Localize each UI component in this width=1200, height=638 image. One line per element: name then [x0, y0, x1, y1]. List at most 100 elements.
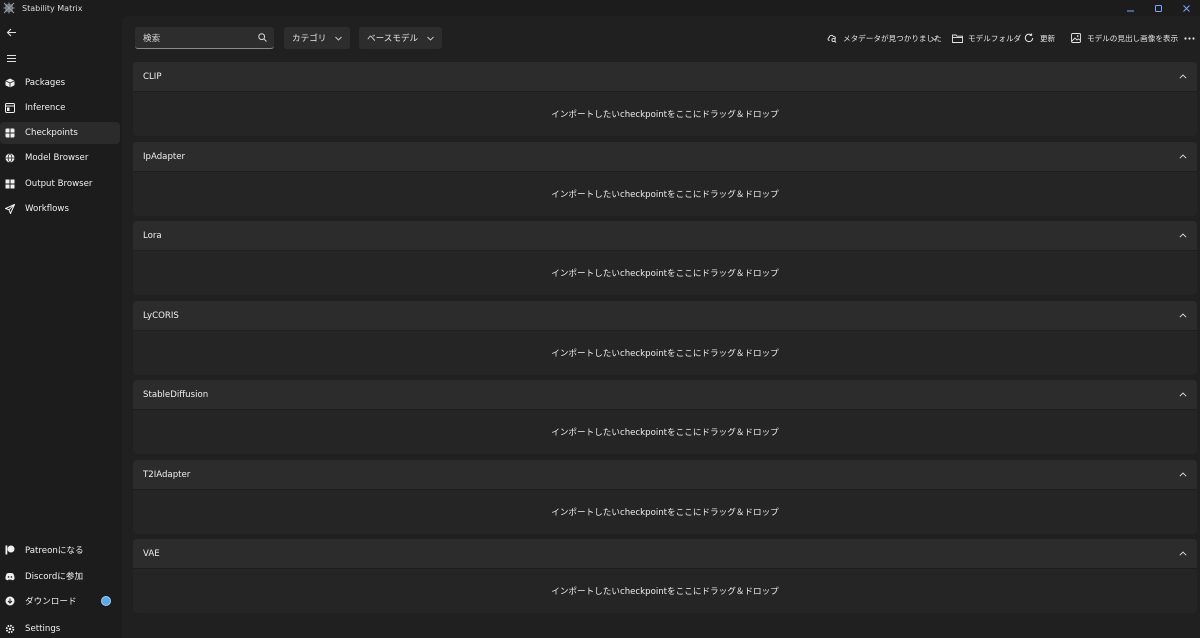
- apps-icon: [5, 179, 15, 189]
- model-folder-button[interactable]: モデルフォルダ: [951, 30, 1021, 46]
- app-logo-icon: [3, 2, 15, 14]
- section-title: LyCORIS: [143, 310, 179, 321]
- refresh-button[interactable]: 更新: [1023, 30, 1055, 46]
- drop-zone-text: インポートしたいcheckpointをここにドラッグ＆ドロップ: [551, 508, 779, 518]
- refresh-icon: [1023, 32, 1035, 44]
- category-section-lora: Lora インポートしたいcheckpointをここにドラッグ＆ドロップ: [133, 221, 1197, 295]
- hamburger-menu-icon[interactable]: [2, 49, 20, 67]
- drop-zone-text: インポートしたいcheckpointをここにドラッグ＆ドロップ: [551, 587, 779, 597]
- chevron-up-icon[interactable]: [1178, 548, 1188, 558]
- drop-zone-text: インポートしたいcheckpointをここにドラッグ＆ドロップ: [551, 110, 779, 120]
- chevron-down-icon: [334, 34, 342, 42]
- drop-zone[interactable]: インポートしたいcheckpointをここにドラッグ＆ドロップ: [133, 171, 1197, 216]
- drop-zone[interactable]: インポートしたいcheckpointをここにドラッグ＆ドロップ: [133, 568, 1197, 613]
- nav-patreon[interactable]: Patreonになる: [0, 539, 120, 561]
- nav-label: Model Browser: [25, 153, 89, 163]
- metadata-button[interactable]: メタデータが見つかりました: [826, 30, 942, 46]
- box-icon: [5, 78, 15, 88]
- section-header[interactable]: CLIP: [133, 62, 1197, 91]
- chevron-up-icon[interactable]: [1178, 310, 1188, 320]
- chevron-down-icon: [928, 32, 940, 44]
- metadata-chevron-button[interactable]: [928, 30, 940, 46]
- drop-zone-text: インポートしたいcheckpointをここにドラッグ＆ドロップ: [551, 428, 779, 438]
- section-title: StableDiffusion: [143, 389, 209, 400]
- minimize-button[interactable]: [1116, 0, 1144, 16]
- section-header[interactable]: VAE: [133, 539, 1197, 568]
- nav-model-browser[interactable]: Model Browser: [0, 147, 120, 169]
- search-placeholder: 検索: [143, 33, 161, 44]
- section-header[interactable]: StableDiffusion: [133, 380, 1197, 409]
- category-dropdown[interactable]: カテゴリ: [284, 27, 351, 49]
- nav-packages[interactable]: Packages: [0, 72, 120, 94]
- nav-label: Patreonになる: [25, 546, 84, 556]
- nav-label: Packages: [25, 78, 66, 88]
- close-button[interactable]: [1172, 0, 1200, 16]
- section-header[interactable]: LyCORIS: [133, 301, 1197, 330]
- metadata-label: メタデータが見つかりました: [843, 33, 942, 43]
- category-section-vae: VAE インポートしたいcheckpointをここにドラッグ＆ドロップ: [133, 539, 1197, 613]
- main-content: 検索 カテゴリ ベースモデル メタデータが見つかりました モデルフォルダ 更新 …: [122, 16, 1200, 638]
- nav-settings[interactable]: Settings: [0, 618, 120, 638]
- cloud-search-icon: [826, 32, 838, 44]
- section-title: T2IAdapter: [143, 469, 191, 480]
- nav-checkpoints[interactable]: Checkpoints: [0, 122, 120, 144]
- drop-zone[interactable]: インポートしたいcheckpointをここにドラッグ＆ドロップ: [133, 91, 1197, 136]
- section-header[interactable]: IpAdapter: [133, 142, 1197, 171]
- nav-label: Workflows: [25, 204, 69, 214]
- app-title: Stability Matrix: [22, 3, 83, 13]
- globe-icon: [5, 153, 15, 163]
- toolbar: 検索 カテゴリ ベースモデル メタデータが見つかりました モデルフォルダ 更新 …: [122, 16, 1200, 62]
- chevron-up-icon[interactable]: [1178, 71, 1188, 81]
- nav-label: Settings: [25, 624, 61, 634]
- show-images-label: モデルの見出し画像を表示: [1087, 33, 1179, 43]
- nav-workflows[interactable]: Workflows: [0, 198, 120, 220]
- refresh-label: 更新: [1040, 33, 1056, 43]
- base-model-dropdown[interactable]: ベースモデル: [359, 27, 443, 49]
- show-images-button[interactable]: モデルの見出し画像を表示: [1070, 30, 1178, 46]
- maximize-button[interactable]: [1144, 0, 1172, 16]
- nav-label: Discordに参加: [25, 572, 84, 582]
- discord-icon: [5, 571, 15, 581]
- category-section-t2iadapter: T2IAdapter インポートしたいcheckpointをここにドラッグ＆ドロ…: [133, 460, 1197, 534]
- model-folder-label: モデルフォルダ: [968, 33, 1022, 43]
- category-section-ipadapter: IpAdapter インポートしたいcheckpointをここにドラッグ＆ドロッ…: [133, 142, 1197, 216]
- section-title: CLIP: [143, 71, 162, 82]
- chevron-up-icon[interactable]: [1178, 151, 1188, 161]
- chevron-up-icon[interactable]: [1178, 389, 1188, 399]
- nav-label: Output Browser: [25, 179, 93, 189]
- gear-icon: [5, 624, 15, 634]
- nav-output-browser[interactable]: Output Browser: [0, 173, 120, 195]
- nav-inference[interactable]: Inference: [0, 97, 120, 119]
- image-icon: [1070, 32, 1082, 44]
- more-icon: [1183, 32, 1195, 44]
- section-header[interactable]: T2IAdapter: [133, 460, 1197, 489]
- drop-zone-text: インポートしたいcheckpointをここにドラッグ＆ドロップ: [551, 349, 779, 359]
- patreon-icon: [5, 545, 15, 555]
- nav-label: Checkpoints: [25, 128, 78, 138]
- download-progress-badge: [101, 596, 111, 606]
- section-title: Lora: [143, 230, 162, 241]
- drop-zone[interactable]: インポートしたいcheckpointをここにドラッグ＆ドロップ: [133, 250, 1197, 295]
- grid-icon: [5, 128, 15, 138]
- folder-icon: [951, 32, 963, 44]
- drop-zone[interactable]: インポートしたいcheckpointをここにドラッグ＆ドロップ: [133, 330, 1197, 375]
- search-icon[interactable]: [256, 32, 268, 44]
- search-input[interactable]: 検索: [135, 27, 274, 49]
- download-icon: [5, 596, 15, 606]
- nav-label: ダウンロード: [25, 597, 77, 607]
- chevron-down-icon: [426, 34, 434, 42]
- more-options-button[interactable]: [1183, 30, 1195, 46]
- chevron-up-icon[interactable]: [1178, 230, 1188, 240]
- chevron-up-icon[interactable]: [1178, 469, 1188, 479]
- section-title: VAE: [143, 548, 160, 559]
- drop-zone[interactable]: インポートしたいcheckpointをここにドラッグ＆ドロップ: [133, 409, 1197, 454]
- drop-zone[interactable]: インポートしたいcheckpointをここにドラッグ＆ドロップ: [133, 489, 1197, 534]
- window-icon: [5, 103, 15, 113]
- category-section-lycoris: LyCORIS インポートしたいcheckpointをここにドラッグ＆ドロップ: [133, 301, 1197, 375]
- back-arrow-icon[interactable]: [2, 23, 20, 41]
- section-header[interactable]: Lora: [133, 221, 1197, 250]
- nav-discord[interactable]: Discordに参加: [0, 565, 120, 587]
- drop-zone-text: インポートしたいcheckpointをここにドラッグ＆ドロップ: [551, 190, 779, 200]
- nav-downloads[interactable]: ダウンロード: [0, 590, 120, 612]
- category-section-clip: CLIP インポートしたいcheckpointをここにドラッグ＆ドロップ: [133, 62, 1197, 136]
